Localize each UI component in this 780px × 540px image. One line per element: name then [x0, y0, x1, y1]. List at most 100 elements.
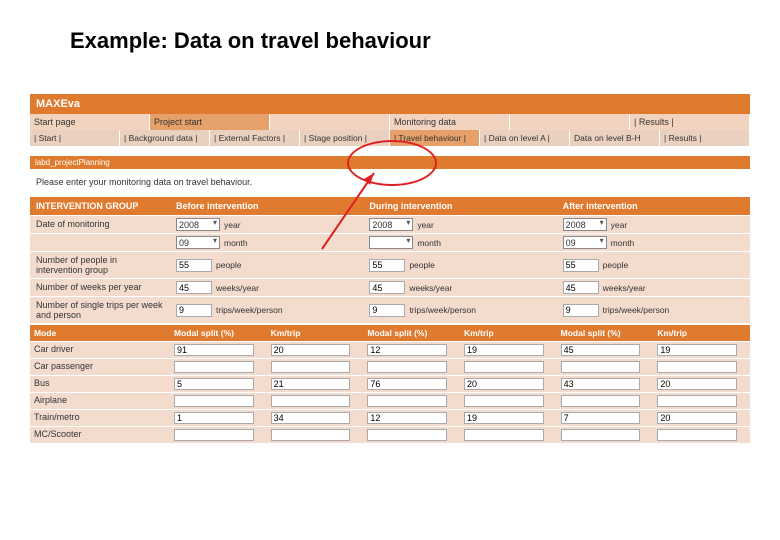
mode-input-5-4[interactable] [561, 429, 641, 441]
input-2-1[interactable] [369, 281, 405, 294]
row-label-0-month [30, 233, 170, 251]
mode-input-2-4[interactable] [561, 378, 641, 390]
input-1-1[interactable] [369, 259, 405, 272]
mode-input-0-4[interactable] [561, 344, 641, 356]
mode-input-3-1[interactable] [271, 395, 351, 407]
cell-1-0: people [170, 251, 363, 278]
mode-input-0-2[interactable] [367, 344, 447, 356]
mode-cell-4-1 [267, 409, 364, 426]
row-label-0: Date of monitoring [30, 215, 170, 233]
mode-input-5-1[interactable] [271, 429, 351, 441]
tab-l2-4[interactable]: | Travel behaviour | [390, 130, 480, 146]
mode-input-2-0[interactable] [174, 378, 254, 390]
mode-cell-4-2 [363, 409, 460, 426]
unit-3: trips/week/person [409, 305, 476, 315]
mode-cell-1-5 [653, 358, 750, 375]
tab-l2-5[interactable]: | Data on level A | [480, 130, 570, 146]
tab-l2-3[interactable]: | Stage position | [300, 130, 390, 146]
tab-l2-0[interactable]: | Start | [30, 130, 120, 146]
cell-2-0: weeks/year [170, 278, 363, 296]
mode-input-1-4[interactable] [561, 361, 641, 373]
mode-input-3-0[interactable] [174, 395, 254, 407]
tab-l2-7[interactable]: | Results | [660, 130, 750, 146]
mode-cell-2-0 [170, 375, 267, 392]
mode-cell-3-5 [653, 392, 750, 409]
input-3-1[interactable] [369, 304, 405, 317]
mode-cell-1-2 [363, 358, 460, 375]
mode-input-1-2[interactable] [367, 361, 447, 373]
period-header-1: During intervention [363, 197, 556, 215]
mode-split-table: ModeModal split (%)Km/tripModal split (%… [30, 325, 750, 443]
tab-l1-3[interactable]: Monitoring data [390, 114, 510, 130]
mode-input-5-0[interactable] [174, 429, 254, 441]
mode-input-5-3[interactable] [464, 429, 544, 441]
tab-l1-4[interactable] [510, 114, 630, 130]
mode-input-0-5[interactable] [657, 344, 737, 356]
slide-title: Example: Data on travel behaviour [0, 0, 780, 54]
mode-input-2-1[interactable] [271, 378, 351, 390]
input-2-2[interactable] [563, 281, 599, 294]
instruction-text: Please enter your monitoring data on tra… [30, 169, 750, 197]
year-select-0[interactable]: 2008 [176, 218, 220, 231]
input-2-0[interactable] [176, 281, 212, 294]
mode-input-2-2[interactable] [367, 378, 447, 390]
mode-input-4-1[interactable] [271, 412, 351, 424]
input-3-0[interactable] [176, 304, 212, 317]
tab-l2-2[interactable]: | External Factors | [210, 130, 300, 146]
mode-input-3-4[interactable] [561, 395, 641, 407]
mode-input-2-5[interactable] [657, 378, 737, 390]
unit-2: weeks/year [603, 283, 646, 293]
mode-input-0-3[interactable] [464, 344, 544, 356]
mode-input-4-2[interactable] [367, 412, 447, 424]
tab-l1-1[interactable]: Project start [150, 114, 270, 130]
mode-input-1-5[interactable] [657, 361, 737, 373]
intervention-header: INTERVENTION GROUP [30, 197, 170, 215]
mode-label-5: MC/Scooter [30, 426, 170, 443]
mode-input-3-3[interactable] [464, 395, 544, 407]
mode-input-1-0[interactable] [174, 361, 254, 373]
input-1-0[interactable] [176, 259, 212, 272]
mode-input-5-5[interactable] [657, 429, 737, 441]
cell-3-2: trips/week/person [557, 296, 750, 323]
cell-2-1: weeks/year [363, 278, 556, 296]
cell-0-1-month: month [363, 233, 556, 251]
mode-input-1-3[interactable] [464, 361, 544, 373]
year-select-1[interactable]: 2008 [369, 218, 413, 231]
mode-cell-3-3 [460, 392, 557, 409]
mode-input-3-5[interactable] [657, 395, 737, 407]
mode-cell-0-2 [363, 341, 460, 358]
cell-0-2-year: 2008year [557, 215, 750, 233]
tab-l1-2[interactable] [270, 114, 390, 130]
tab-l1-0[interactable]: Start page [30, 114, 150, 130]
mode-input-3-2[interactable] [367, 395, 447, 407]
tab-l1-5[interactable]: | Results | [630, 114, 750, 130]
mode-input-4-5[interactable] [657, 412, 737, 424]
mode-input-4-0[interactable] [174, 412, 254, 424]
mode-input-0-0[interactable] [174, 344, 254, 356]
mode-input-2-3[interactable] [464, 378, 544, 390]
mode-cell-3-1 [267, 392, 364, 409]
mode-input-1-1[interactable] [271, 361, 351, 373]
month-select-2[interactable]: 09 [563, 236, 607, 249]
mode-input-4-4[interactable] [561, 412, 641, 424]
input-1-2[interactable] [563, 259, 599, 272]
unit-month: month [417, 238, 441, 248]
mode-input-0-1[interactable] [271, 344, 351, 356]
mode-cell-5-5 [653, 426, 750, 443]
mode-input-5-2[interactable] [367, 429, 447, 441]
mode-label-2: Bus [30, 375, 170, 392]
tab-l2-1[interactable]: | Background data | [120, 130, 210, 146]
year-select-2[interactable]: 2008 [563, 218, 607, 231]
row-label-3: Number of single trips per week and pers… [30, 296, 170, 323]
input-3-2[interactable] [563, 304, 599, 317]
tab-l2-6[interactable]: Data on level B-H [570, 130, 660, 146]
mode-col-header-3: Km/trip [460, 325, 557, 341]
mode-col-header-1: Km/trip [267, 325, 364, 341]
mode-input-4-3[interactable] [464, 412, 544, 424]
tabs-level-1: Start pageProject start Monitoring data | … [30, 114, 750, 130]
month-select-0[interactable]: 09 [176, 236, 220, 249]
month-select-1[interactable] [369, 236, 413, 249]
app-title-bar: MAXEva [30, 94, 750, 114]
mode-cell-0-0 [170, 341, 267, 358]
mode-cell-1-4 [557, 358, 654, 375]
